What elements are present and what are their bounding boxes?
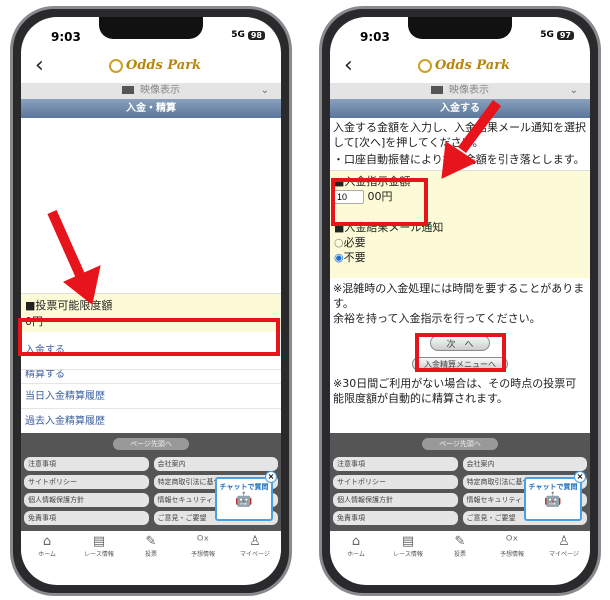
arrow-icon [47,100,502,305]
annotation-arrows [47,100,502,305]
